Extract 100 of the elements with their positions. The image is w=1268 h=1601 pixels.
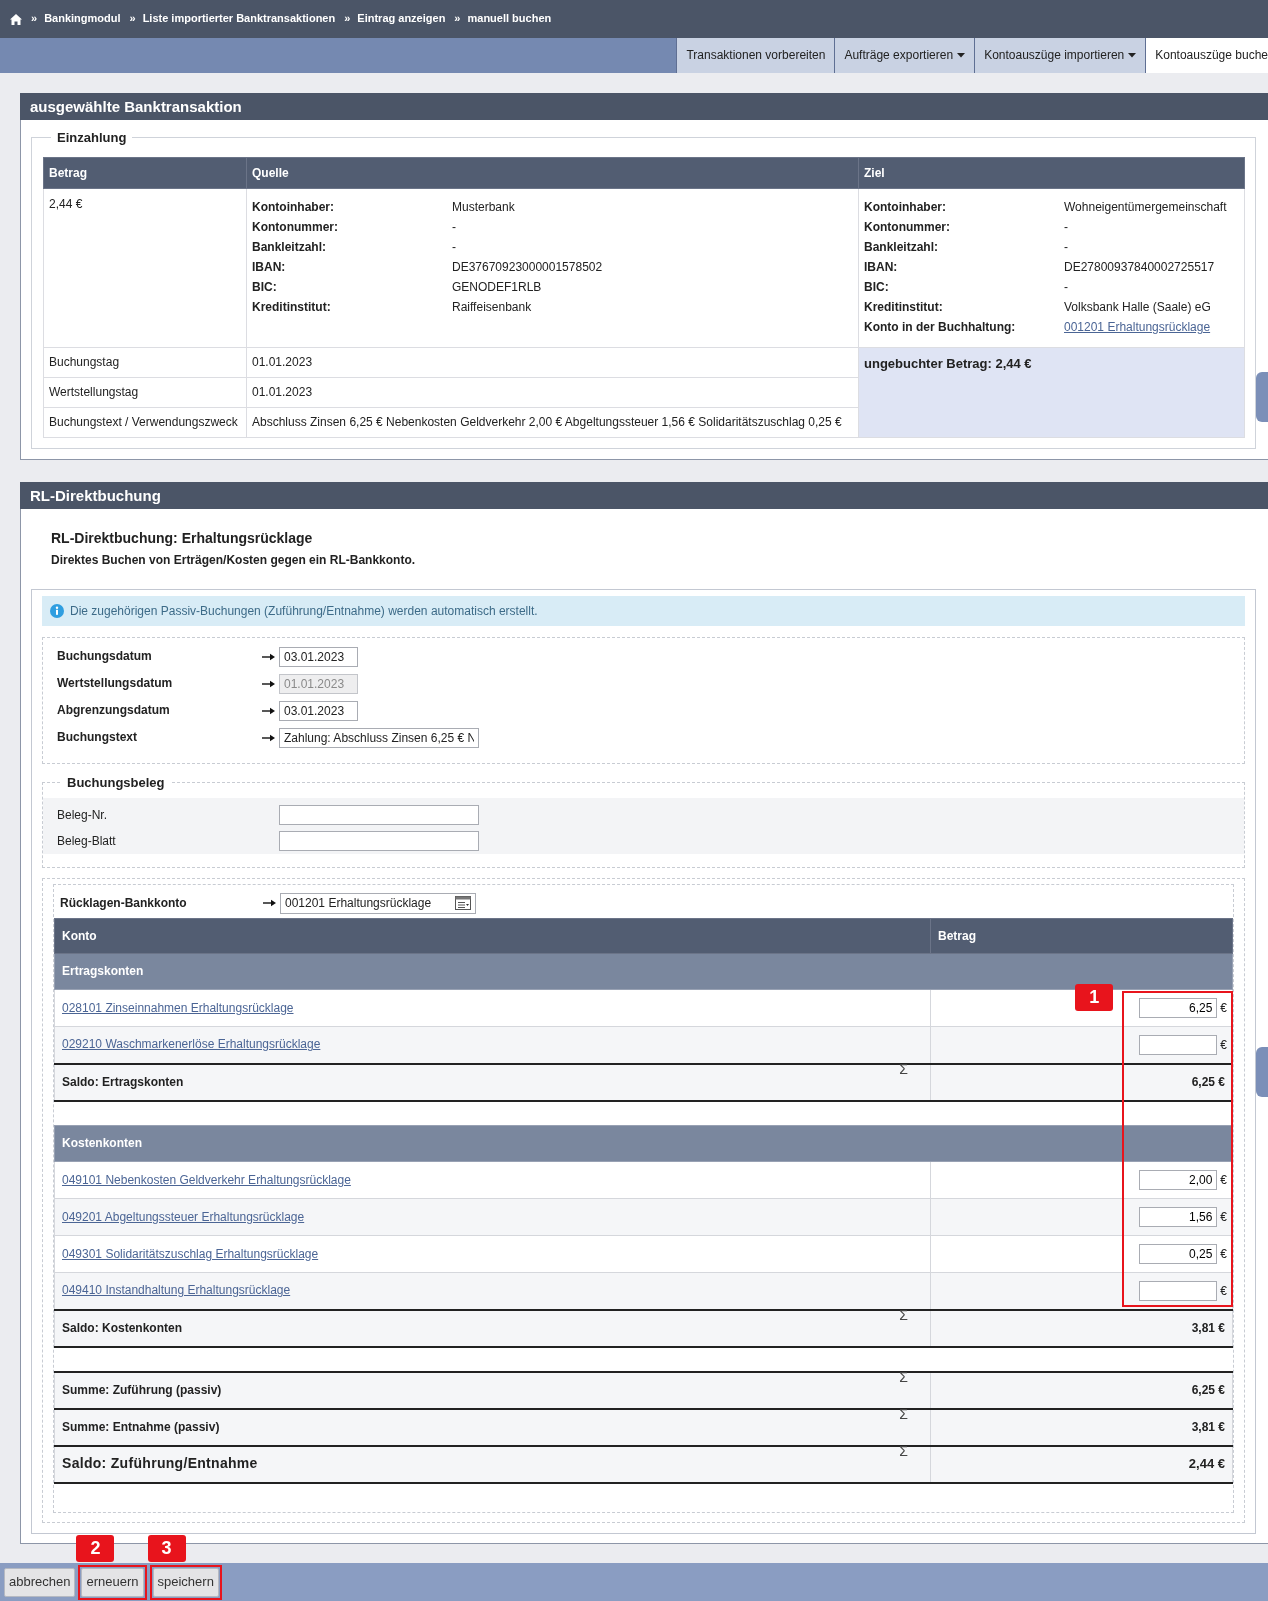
currency-label: € xyxy=(1220,1001,1227,1015)
column-header: Betrag xyxy=(43,157,247,189)
field-value: DE27800937840002725517 xyxy=(1064,259,1215,276)
text-field[interactable] xyxy=(279,831,479,851)
account-select-field[interactable]: 001201 Erhaltungsrücklage xyxy=(280,892,476,914)
total-label: Summe: Entnahme (passiv) xyxy=(62,1419,220,1435)
table-cell: Buchungstext / Verwendungszweck xyxy=(43,407,247,438)
account-link[interactable]: 049101 Nebenkosten Geldverkehr Erhaltungsrücklage xyxy=(62,1172,351,1187)
account-link[interactable]: 049301 Solidaritätszuschlag Erhaltungsrücklage xyxy=(62,1246,319,1261)
currency-label: € xyxy=(1220,1037,1227,1052)
field-value: - xyxy=(452,239,456,256)
amount-field[interactable] xyxy=(1139,1034,1218,1055)
home-icon[interactable] xyxy=(10,13,22,25)
arrow-icon xyxy=(262,733,275,742)
total-value: 2,44 € xyxy=(930,1445,1233,1483)
nav-tab[interactable]: Kontoauszüge importieren xyxy=(974,38,1146,73)
field-label: Buchungsdatum xyxy=(57,649,152,664)
caret-icon xyxy=(957,53,966,58)
field-label: Beleg-Nr. xyxy=(57,807,108,823)
column-header: Konto xyxy=(54,918,931,954)
account-link[interactable]: 049410 Instandhaltung Erhaltungsrücklage xyxy=(62,1283,291,1298)
field-label: BIC: xyxy=(252,279,277,296)
field-value: Musterbank xyxy=(452,199,515,216)
field-value: - xyxy=(452,219,456,236)
sum-symbol: Σ xyxy=(899,1368,908,1385)
field-label: Kreditinstitut: xyxy=(252,299,331,316)
section-subheading: Direktes Buchen von Erträgen/Kosten gegen ein RL-Bankkonto. xyxy=(51,553,416,568)
sum-symbol: Σ xyxy=(899,1405,908,1422)
list-picker-icon[interactable] xyxy=(455,896,471,910)
account-link[interactable]: 028101 Zinseinnahmen Erhaltungsrücklage xyxy=(62,1000,294,1015)
annotation-badge: 2 xyxy=(76,1534,115,1562)
breadcrumb-separator: » xyxy=(344,12,351,26)
field-value: GENODEF1RLB xyxy=(452,279,542,296)
field-label: Kontonummer: xyxy=(864,219,950,236)
panel-header: RL-Direktbuchung xyxy=(20,482,1268,509)
field-label: Abgrenzungsdatum xyxy=(57,703,170,718)
currency-label: € xyxy=(1220,1173,1227,1187)
field-value: Volksbank Halle (Saale) eG xyxy=(1064,299,1211,316)
field-value: DE37670923000001578502 xyxy=(452,259,603,276)
amount-field[interactable] xyxy=(1139,1280,1218,1301)
unbooked-amount-cell: ungebuchter Betrag: 2,44 € xyxy=(858,347,1245,438)
breadcrumb-link[interactable]: Bankingmodul xyxy=(44,12,121,26)
nav-tab[interactable]: Kontoauszüge buche xyxy=(1145,38,1268,73)
annotation-badge: 1 xyxy=(1075,983,1114,1011)
arrow-icon xyxy=(263,899,276,907)
field-label: Kontoinhaber: xyxy=(864,199,946,216)
amount-field[interactable]: 0,25 xyxy=(1139,1244,1218,1264)
total-value: 3,81 € xyxy=(930,1309,1233,1347)
field-value: Raiffeisenbank xyxy=(452,299,532,316)
nav-tab[interactable]: Aufträge exportieren xyxy=(834,38,975,73)
nav-tab[interactable]: Transaktionen vorbereiten xyxy=(676,38,835,73)
footer-button[interactable]: erneuern xyxy=(81,1567,144,1597)
field-label: Kreditinstitut: xyxy=(864,299,943,316)
field-label: BIC: xyxy=(864,279,889,296)
footer-button[interactable]: speichern xyxy=(152,1567,219,1597)
breadcrumb-link[interactable]: Eintrag anzeigen xyxy=(357,12,446,26)
side-handle[interactable] xyxy=(1256,1047,1268,1097)
column-header: Quelle xyxy=(246,157,859,189)
table-cell: 01.01.2023 xyxy=(246,347,859,378)
info-icon xyxy=(50,604,64,618)
amount-field[interactable]: 2,00 xyxy=(1139,1170,1218,1190)
currency-label: € xyxy=(1220,1247,1227,1261)
arrow-icon xyxy=(262,652,275,661)
panel-header: ausgewählte Banktransaktion xyxy=(20,93,1268,120)
amount-field[interactable]: 1,56 xyxy=(1139,1207,1218,1227)
fieldset-legend: Buchungsbeleg xyxy=(61,775,171,790)
sum-symbol: Σ xyxy=(899,1060,908,1077)
field-label: Wertstellungsdatum xyxy=(57,676,173,691)
field-label: Rücklagen-Bankkonto xyxy=(60,895,187,911)
total-value: 6,25 € xyxy=(930,1063,1233,1101)
field-value: - xyxy=(1064,219,1068,236)
annotation-badge: 3 xyxy=(147,1534,186,1562)
total-value: 3,81 € xyxy=(930,1408,1233,1446)
account-link[interactable]: 049201 Abgeltungssteuer Erhaltungsrücklage xyxy=(62,1209,305,1224)
amount-field[interactable]: 6,25 xyxy=(1139,998,1218,1018)
side-handle[interactable] xyxy=(1256,372,1268,422)
breadcrumb-separator: » xyxy=(454,12,461,26)
fieldset-legend: Einzahlung xyxy=(51,130,133,145)
date-field[interactable]: 03.01.2023 xyxy=(279,700,358,721)
field-label: IBAN: xyxy=(864,259,898,276)
field-label: Buchungstext xyxy=(57,730,137,745)
currency-label: € xyxy=(1220,1283,1227,1298)
field-label: Beleg-Blatt xyxy=(57,833,116,849)
account-link[interactable]: 001201 Erhaltungsrücklage xyxy=(1064,317,1211,337)
field-value: - xyxy=(1064,239,1068,256)
breadcrumb-link[interactable]: Liste importierter Banktransaktionen xyxy=(142,12,336,26)
sum-symbol: Σ xyxy=(899,1442,908,1459)
field-label: Kontoinhaber: xyxy=(252,199,334,216)
footer-button[interactable]: abbrechen xyxy=(4,1567,76,1597)
arrow-icon xyxy=(262,706,275,715)
section-heading: RL-Direktbuchung: Erhaltungsrücklage xyxy=(51,529,313,547)
field-label: Kontonummer: xyxy=(252,219,338,236)
total-label: Saldo: Kostenkonten xyxy=(62,1320,182,1336)
breadcrumb-separator: » xyxy=(31,12,38,26)
field-value: Wohneigentümergemeinschaft xyxy=(1064,199,1227,216)
text-field[interactable] xyxy=(279,805,479,825)
date-field[interactable]: 03.01.2023 xyxy=(279,646,358,667)
total-value: 6,25 € xyxy=(930,1371,1233,1409)
breadcrumb-link[interactable]: manuell buchen xyxy=(467,12,552,26)
account-link[interactable]: 029210 Waschmarkenerlöse Erhaltungsrücklage xyxy=(62,1037,321,1052)
